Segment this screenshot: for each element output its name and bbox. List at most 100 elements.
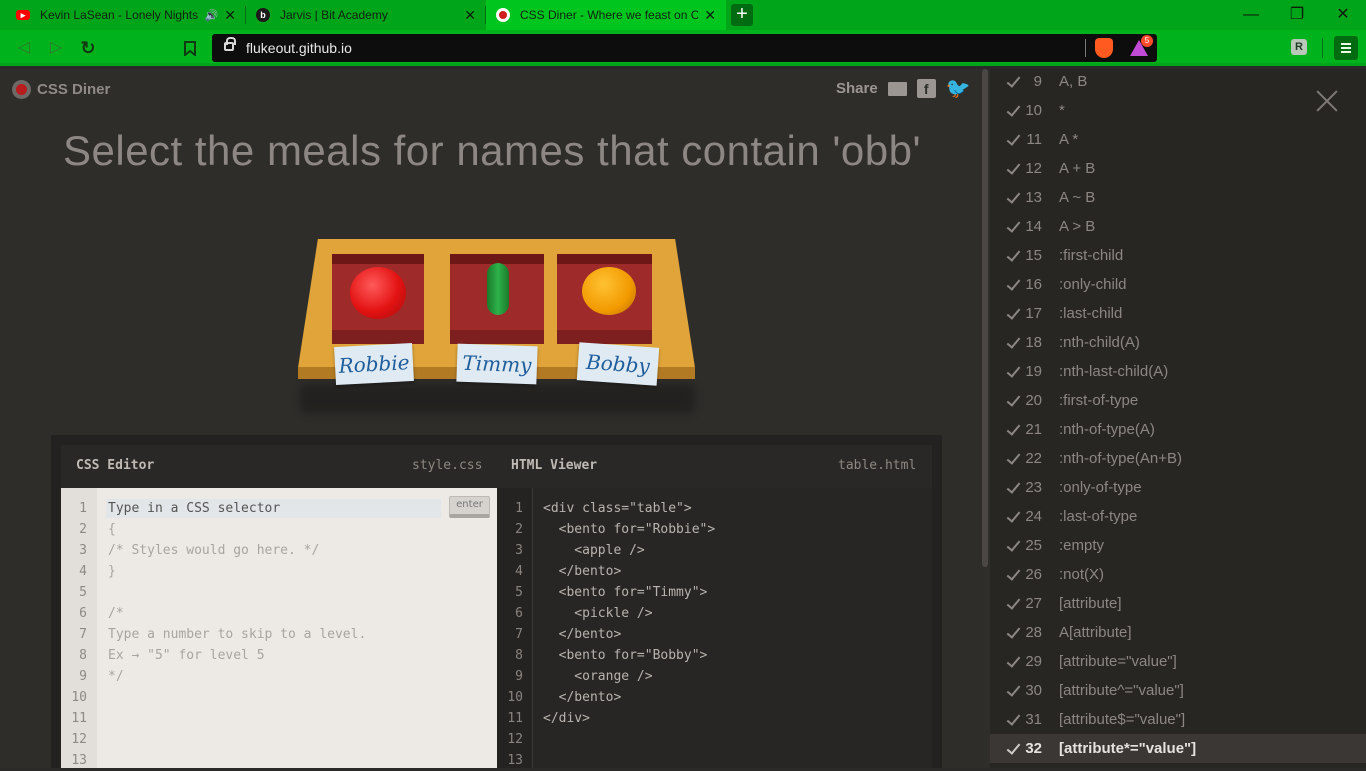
toolbar-divider (1322, 38, 1323, 58)
tab-css-diner[interactable]: CSS Diner - Where we feast on CSS ✕ (486, 0, 726, 30)
maximize-button[interactable]: ❐ (1274, 0, 1320, 30)
level-item[interactable]: 20:first-of-type (990, 386, 1366, 415)
menu-icon[interactable] (1334, 36, 1358, 60)
level-item[interactable]: 28 A[attribute] (990, 618, 1366, 647)
level-item[interactable]: 14 A > B (990, 212, 1366, 241)
level-item[interactable]: 10 * (990, 96, 1366, 125)
tab-title: CSS Diner - Where we feast on CSS (520, 8, 699, 22)
email-icon[interactable] (887, 81, 907, 96)
code-line: <bento for="Timmy"> (543, 585, 708, 600)
level-number: 16 (1025, 276, 1042, 293)
checkmark-icon (1006, 392, 1021, 407)
level-item[interactable]: 18:nth-child(A) (990, 328, 1366, 357)
level-name: [attribute] (1059, 595, 1122, 612)
level-item[interactable]: 23:only-of-type (990, 473, 1366, 502)
level-item[interactable]: 26:not(X) (990, 560, 1366, 589)
level-number: 28 (1025, 624, 1042, 641)
level-item[interactable]: 13 A ~ B (990, 183, 1366, 212)
level-item[interactable]: 15:first-child (990, 241, 1366, 270)
share-label: Share (836, 80, 878, 97)
apple[interactable] (350, 267, 406, 319)
line-number: 9 (515, 669, 523, 684)
level-item[interactable]: 21:nth-of-type(A) (990, 415, 1366, 444)
code-line: <orange /> (543, 669, 653, 684)
line-number: 1 (515, 501, 523, 516)
level-number: 15 (1025, 247, 1042, 264)
new-tab-button[interactable]: + (731, 4, 753, 26)
line-number: 11 (507, 711, 523, 726)
line-number: 8 (515, 648, 523, 663)
level-item[interactable]: 22:nth-of-type(An+B) (990, 444, 1366, 473)
code-line: /* Styles would go here. */ (108, 543, 320, 558)
level-item[interactable]: 29 [attribute="value"] (990, 647, 1366, 676)
editor: CSS Editor style.css HTML Viewer table.h… (51, 435, 942, 768)
code-line: */ (108, 669, 124, 684)
orange[interactable] (582, 267, 636, 315)
level-item[interactable]: 19:nth-last-child(A) (990, 357, 1366, 386)
css-selector-input[interactable]: Type in a CSS selector (106, 499, 441, 518)
level-item[interactable]: 27 [attribute] (990, 589, 1366, 618)
level-item[interactable]: 31 [attribute$="value"] (990, 705, 1366, 734)
close-tab-icon[interactable]: ✕ (224, 7, 236, 24)
pickle[interactable] (487, 263, 509, 315)
css-diner-logo[interactable]: CSS Diner (12, 80, 110, 99)
checkmark-icon (1006, 363, 1021, 378)
level-name: :last-child (1059, 305, 1123, 322)
twitter-icon[interactable]: 🐦 (946, 79, 971, 99)
checkmark-icon (1006, 508, 1021, 523)
tab-youtube[interactable]: ▸ Kevin LaSean - Lonely Nights 🔊 ✕ (6, 0, 246, 30)
facebook-icon[interactable]: f (916, 79, 936, 98)
level-number: 31 (1025, 711, 1042, 728)
youtube-icon: ▸ (16, 10, 30, 20)
level-name: :only-child (1059, 276, 1127, 293)
close-tab-icon[interactable]: ✕ (704, 7, 716, 24)
extension-icon[interactable]: R (1291, 39, 1307, 55)
checkmark-icon (1006, 421, 1021, 436)
line-number: 6 (515, 606, 523, 621)
reload-icon[interactable]: ↻ (76, 36, 100, 60)
level-item[interactable]: 30 [attribute^="value"] (990, 676, 1366, 705)
line-number: 10 (507, 690, 523, 705)
bookmark-icon[interactable] (178, 36, 202, 60)
line-number: 10 (71, 690, 87, 705)
code-line: </div> (543, 711, 590, 726)
name-tag-robbie: Robbie (334, 342, 414, 386)
dinner-table: Robbie Timmy Bobby (295, 239, 700, 414)
level-item[interactable]: 16 :only-child (990, 270, 1366, 299)
scrollbar[interactable] (982, 69, 988, 567)
brave-shields-icon[interactable] (1095, 38, 1113, 58)
lock-icon (224, 37, 236, 51)
css-editor[interactable]: Type in a CSS selector enter 1 2{3/* Styl… (61, 488, 497, 768)
checkmark-icon (1006, 73, 1021, 88)
forward-icon[interactable]: ▷ (44, 36, 68, 60)
level-number: 18 (1025, 334, 1042, 351)
enter-button[interactable]: enter (449, 496, 490, 518)
line-number: 4 (515, 564, 523, 579)
level-item[interactable]: 17:last-child (990, 299, 1366, 328)
line-number: 1 (79, 501, 87, 516)
tab-bit-academy[interactable]: b Jarvis | Bit Academy ✕ (246, 0, 486, 30)
brave-rewards-icon[interactable]: 5 (1130, 35, 1153, 58)
share-bar: Share f 🐦 (836, 79, 971, 99)
speaker-icon[interactable]: 🔊 (205, 9, 219, 22)
code-line: <div class="table"> (543, 501, 692, 516)
close-tab-icon[interactable]: ✕ (464, 7, 476, 24)
minimize-button[interactable]: — (1228, 0, 1274, 30)
level-item[interactable]: 32 [attribute*="value"] (990, 734, 1366, 763)
html-file-name: table.html (838, 458, 917, 473)
level-item[interactable]: 9 A, B (990, 67, 1366, 96)
page: CSS Diner Share f 🐦 Select the meals for… (0, 69, 1366, 768)
level-item[interactable]: 12 A + B (990, 154, 1366, 183)
level-name: :nth-of-type(An+B) (1059, 450, 1182, 467)
line-number: 12 (507, 732, 523, 747)
back-icon[interactable]: ◁ (12, 36, 36, 60)
close-window-button[interactable]: ✕ (1320, 0, 1366, 30)
level-name: A ~ B (1059, 189, 1096, 206)
address-bar[interactable]: flukeout.github.io 5 (212, 34, 1157, 62)
html-viewer: 1 <div class="table"> 2 <bento for="Robbie… (497, 488, 932, 768)
css-file-name: style.css (412, 458, 483, 473)
level-item[interactable]: 25:empty (990, 531, 1366, 560)
level-item[interactable]: 11 A * (990, 125, 1366, 154)
level-name: :last-of-type (1059, 508, 1138, 525)
level-item[interactable]: 24:last-of-type (990, 502, 1366, 531)
